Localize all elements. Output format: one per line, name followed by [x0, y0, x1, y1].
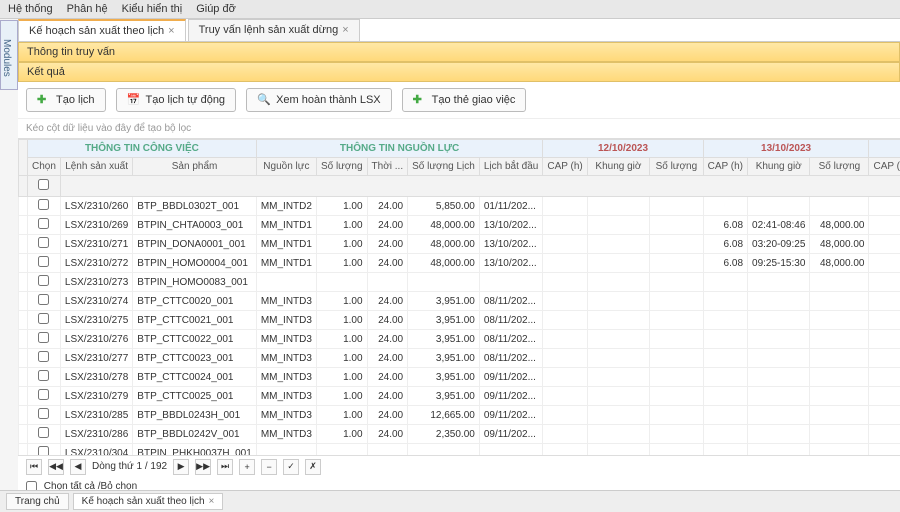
table-row[interactable]: LSX/2310/260BTP_BBDL0302T_001MM_INTD21.0… [19, 197, 900, 216]
pager-text: Dòng thứ 1 / 192 [92, 461, 167, 472]
data-grid[interactable]: THÔNG TIN CÔNG VIỆC THÔNG TIN NGUỒN LỰC … [18, 138, 900, 455]
col-chon[interactable]: Chọn [28, 158, 61, 176]
close-icon[interactable]: × [168, 25, 174, 37]
table-row[interactable]: LSX/2310/286BTP_BBDL0242V_001MM_INTD31.0… [19, 425, 900, 444]
col-group-d1: 12/10/2023 [543, 140, 703, 158]
col-group-d3: 15/10/2023 [869, 140, 900, 158]
panel-result-header[interactable]: Kết quả [18, 62, 900, 82]
bottom-tabs: Trang chủ Kế hoạch sản xuất theo lịch× [0, 490, 900, 512]
pager-cancel[interactable]: ✗ [305, 459, 321, 475]
row-checkbox[interactable] [38, 332, 49, 343]
tab-schedule[interactable]: Kế hoạch sản xuất theo lịch× [18, 19, 186, 41]
menu-module[interactable]: Phân hệ [67, 3, 108, 15]
auto-button[interactable]: 📅Tạo lịch tự động [116, 88, 237, 112]
table-row[interactable]: LSX/2310/271BTPIN_DONA0001_001MM_INTD11.… [19, 235, 900, 254]
table-row[interactable]: LSX/2310/278BTP_CTTC0024_001MM_INTD31.00… [19, 368, 900, 387]
top-tabs: Kế hoạch sản xuất theo lịch× Truy vấn lệ… [18, 19, 900, 42]
col-nl[interactable]: Nguồn lực [256, 158, 316, 176]
filter-check[interactable] [38, 179, 49, 190]
pager-last[interactable]: ⏭ [217, 459, 233, 475]
menu-system[interactable]: Hệ thống [8, 3, 53, 15]
table-row[interactable]: LSX/2310/276BTP_CTTC0022_001MM_INTD31.00… [19, 330, 900, 349]
pager-prev[interactable]: ◀ [70, 459, 86, 475]
menu-view[interactable]: Kiểu hiển thị [122, 3, 183, 15]
menubar: Hệ thống Phân hệ Kiểu hiển thị Giúp đỡ [0, 0, 900, 19]
row-checkbox[interactable] [38, 218, 49, 229]
row-checkbox[interactable] [38, 351, 49, 362]
view-button[interactable]: 🔍Xem hoàn thành LSX [246, 88, 392, 112]
group-hint: Kéo cột dữ liệu vào đây để tạo bộ lọc [18, 119, 900, 138]
row-checkbox[interactable] [38, 199, 49, 210]
table-row[interactable]: LSX/2310/279BTP_CTTC0025_001MM_INTD31.00… [19, 387, 900, 406]
job-button[interactable]: ✚Tạo thẻ giao việc [402, 88, 527, 112]
table-row[interactable]: LSX/2310/272BTPIN_HOMO0004_001MM_INTD11.… [19, 254, 900, 273]
table-row[interactable]: LSX/2310/277BTP_CTTC0023_001MM_INTD31.00… [19, 349, 900, 368]
col-sl[interactable]: Số lượng [316, 158, 367, 176]
pager-next[interactable]: ▶ [173, 459, 189, 475]
sidebar-modules[interactable]: Modules [0, 20, 18, 90]
tab-query-stop[interactable]: Truy vấn lệnh sản xuất dừng× [188, 19, 360, 41]
toolbar: ✚Tạo lịch 📅Tạo lịch tự động 🔍Xem hoàn th… [18, 82, 900, 119]
search-icon: 🔍 [257, 93, 271, 107]
row-checkbox[interactable] [38, 256, 49, 267]
col-d1-cap[interactable]: CAP (h) [543, 158, 587, 176]
create-button[interactable]: ✚Tạo lịch [26, 88, 106, 112]
row-checkbox[interactable] [38, 294, 49, 305]
row-checkbox[interactable] [38, 313, 49, 324]
col-group-work: THÔNG TIN CÔNG VIỆC [28, 140, 257, 158]
table-row[interactable]: LSX/2310/273BTPIN_HOMO0083_001 [19, 273, 900, 292]
col-lsx[interactable]: Lệnh sản xuất [60, 158, 132, 176]
pager-del[interactable]: − [261, 459, 277, 475]
panel-query-header[interactable]: Thông tin truy vấn [18, 42, 900, 62]
close-icon[interactable]: × [209, 496, 215, 507]
col-d3-cap[interactable]: CAP (h) [869, 158, 900, 176]
pager-first[interactable]: ⏮ [26, 459, 42, 475]
close-icon[interactable]: × [342, 24, 348, 36]
col-group-resource: THÔNG TIN NGUỒN LỰC [256, 140, 543, 158]
row-checkbox[interactable] [38, 275, 49, 286]
pager-next-page[interactable]: ▶▶ [195, 459, 211, 475]
menu-help[interactable]: Giúp đỡ [196, 3, 236, 15]
col-d2-sl[interactable]: Số lượng [810, 158, 869, 176]
table-row[interactable]: LSX/2310/274BTP_CTTC0020_001MM_INTD31.00… [19, 292, 900, 311]
col-sp[interactable]: Sản phẩm [133, 158, 257, 176]
col-tg[interactable]: Thời ... [367, 158, 408, 176]
calendar-icon: 📅 [127, 93, 141, 107]
col-d2-kg[interactable]: Khung giờ [748, 158, 810, 176]
row-checkbox[interactable] [38, 237, 49, 248]
btab-schedule[interactable]: Kế hoạch sản xuất theo lịch× [73, 493, 224, 510]
row-checkbox[interactable] [38, 389, 49, 400]
row-checkbox[interactable] [38, 370, 49, 381]
pager-ok[interactable]: ✓ [283, 459, 299, 475]
table-row[interactable]: LSX/2310/285BTP_BBDL0243H_001MM_INTD31.0… [19, 406, 900, 425]
pager: ⏮ ◀◀ ◀ Dòng thứ 1 / 192 ▶ ▶▶ ⏭ + − ✓ ✗ [18, 455, 900, 478]
col-lbd[interactable]: Lịch bắt đầu [479, 158, 543, 176]
col-d1-kg[interactable]: Khung giờ [587, 158, 649, 176]
plus-icon: ✚ [413, 93, 427, 107]
btab-home[interactable]: Trang chủ [6, 493, 69, 510]
table-row[interactable]: LSX/2310/304BTPIN_PHKH0037H_001 [19, 444, 900, 455]
row-checkbox[interactable] [38, 427, 49, 438]
row-checkbox[interactable] [38, 408, 49, 419]
col-slLich[interactable]: Số lượng Lịch [408, 158, 480, 176]
row-checkbox[interactable] [38, 446, 49, 455]
pager-add[interactable]: + [239, 459, 255, 475]
table-row[interactable]: LSX/2310/275BTP_CTTC0021_001MM_INTD31.00… [19, 311, 900, 330]
col-group-d2: 13/10/2023 [703, 140, 869, 158]
col-d2-cap[interactable]: CAP (h) [703, 158, 747, 176]
table-row[interactable]: LSX/2310/269BTPIN_CHTA0003_001MM_INTD11.… [19, 216, 900, 235]
col-d1-sl[interactable]: Số lượng [650, 158, 704, 176]
plus-icon: ✚ [37, 93, 51, 107]
pager-prev-page[interactable]: ◀◀ [48, 459, 64, 475]
